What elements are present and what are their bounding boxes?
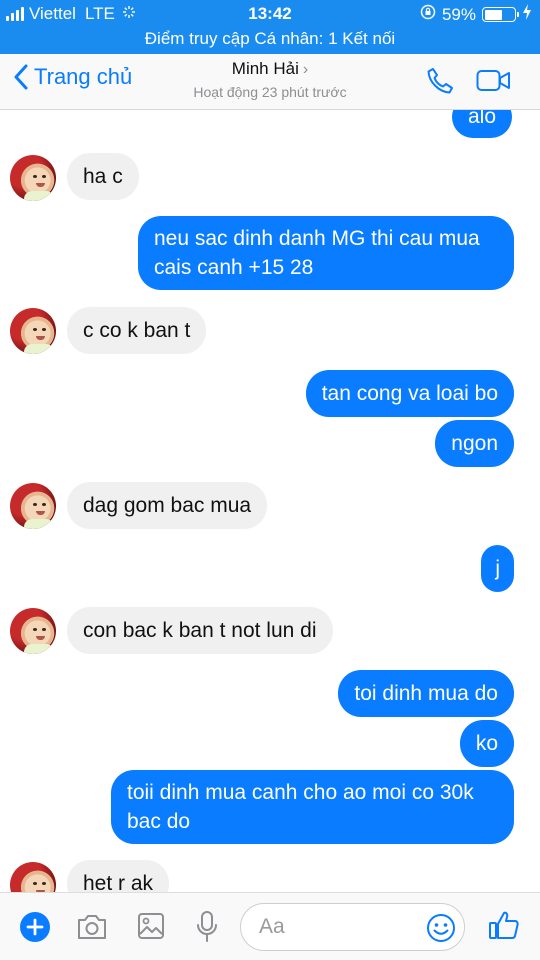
status-right: 59% [420, 4, 532, 25]
status-bar: Viettel LTE 13:42 59% [0, 0, 540, 28]
outgoing-message[interactable]: alo [451, 110, 512, 138]
incoming-message[interactable]: dag gom bac mua [67, 482, 268, 529]
back-button[interactable]: Trang chủ [14, 64, 132, 90]
outgoing-message[interactable]: ko [459, 720, 514, 767]
outgoing-message[interactable]: neu sac dinh danh MG thi cau mua cais ca… [138, 216, 514, 290]
contact-status: Hoạt động 23 phút trước [193, 84, 347, 100]
contact-name: Minh Hải [231, 59, 299, 78]
video-camera-icon[interactable] [476, 68, 512, 99]
battery-icon [482, 7, 519, 22]
message-input-box[interactable] [240, 903, 465, 951]
hotspot-banner[interactable]: Điểm truy cập Cá nhân: 1 Kết nối [0, 28, 540, 54]
back-chevron-icon [14, 64, 28, 90]
conversation-header: Trang chủ Minh Hải › Hoạt động 23 phút tr… [0, 54, 540, 110]
camera-icon[interactable] [76, 913, 108, 946]
chevron-right-icon: › [302, 61, 309, 78]
avatar[interactable] [10, 483, 56, 529]
outgoing-message[interactable]: tan cong va loai bo [305, 370, 514, 417]
plus-icon[interactable] [19, 911, 51, 948]
avatar[interactable] [10, 308, 56, 354]
message-list[interactable]: alo ha c neu sac dinh danh MG thi cau mu… [0, 110, 540, 892]
charging-icon [522, 4, 532, 25]
composer-bar [0, 892, 540, 960]
incoming-message[interactable]: con bac k ban t not lun di [67, 607, 333, 654]
outgoing-message[interactable]: toi dinh mua do [338, 670, 514, 717]
thumbs-up-icon[interactable] [488, 909, 520, 946]
rotation-lock-icon [420, 4, 436, 25]
incoming-message[interactable]: ha c [67, 153, 139, 200]
phone-icon[interactable] [425, 66, 455, 101]
avatar[interactable] [10, 862, 56, 892]
contact-info[interactable]: Minh Hải › Hoạt động 23 phút trước [140, 59, 400, 100]
outgoing-message[interactable]: ngon [435, 420, 514, 467]
incoming-message[interactable]: het r ak [67, 860, 170, 892]
incoming-message[interactable]: c co k ban t [67, 307, 207, 354]
photo-icon[interactable] [137, 912, 165, 945]
avatar[interactable] [10, 608, 56, 654]
outgoing-message[interactable]: toii dinh mua canh cho ao moi co 30k bac… [111, 770, 514, 844]
battery-percent: 59% [441, 4, 476, 24]
microphone-icon[interactable] [195, 910, 219, 949]
emoji-icon[interactable] [426, 913, 456, 948]
avatar[interactable] [10, 155, 56, 201]
message-input[interactable] [259, 915, 419, 939]
back-label: Trang chủ [34, 64, 133, 89]
outgoing-message[interactable]: j [481, 545, 514, 592]
